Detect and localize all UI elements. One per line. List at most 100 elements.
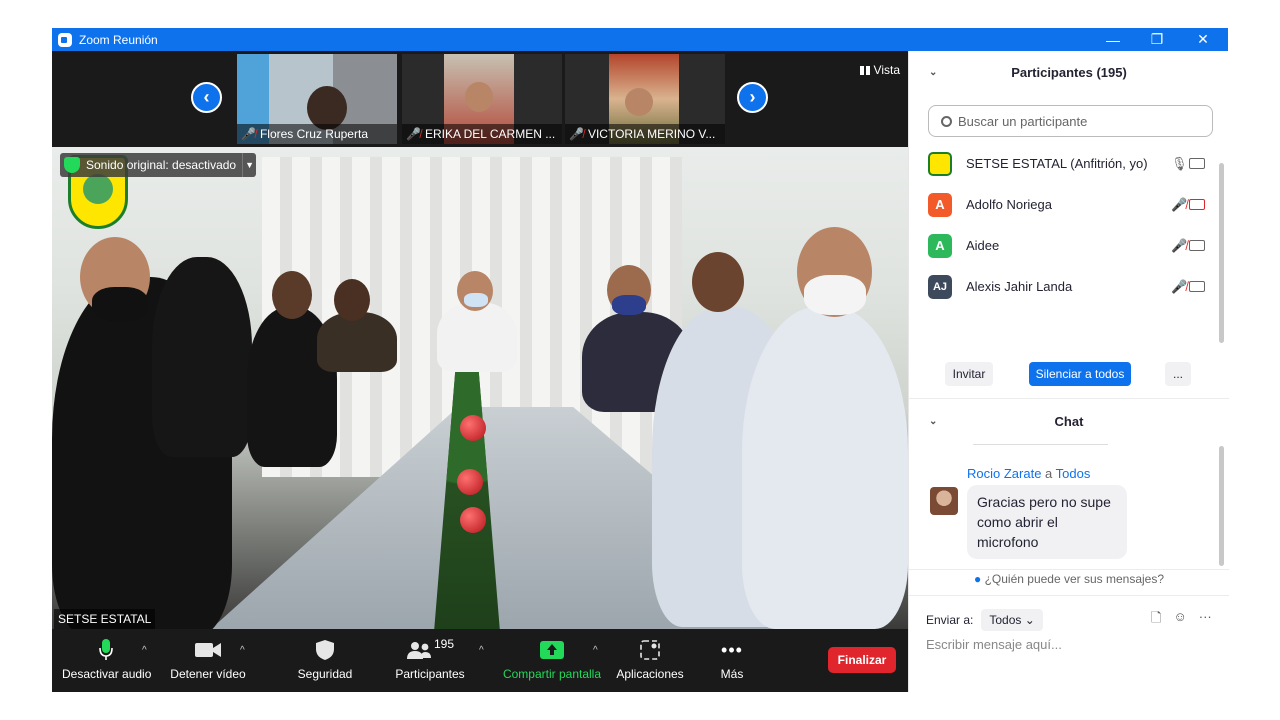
participant-list: SETSE ESTATAL (Anfitrión, yo) 🎙 A Adolfo… bbox=[909, 143, 1221, 311]
apps-icon bbox=[640, 640, 660, 660]
share-screen-button[interactable]: Compartir pantalla bbox=[500, 637, 604, 681]
chevron-up-icon[interactable]: ^ bbox=[479, 645, 484, 656]
audio-label: Desactivar audio bbox=[62, 667, 152, 681]
mic-muted-icon: 🎤̸ bbox=[241, 127, 256, 141]
chevron-up-icon[interactable]: ^ bbox=[142, 645, 147, 656]
restore-button[interactable]: ❐ bbox=[1134, 28, 1180, 51]
sound-label: Sonido original: desactivado bbox=[86, 158, 237, 172]
file-icon[interactable]: 🗋 bbox=[1151, 609, 1161, 631]
minimize-button[interactable]: — bbox=[1090, 28, 1136, 51]
shield-icon bbox=[316, 640, 334, 660]
more-icon: ••• bbox=[721, 639, 743, 660]
attendee-head bbox=[334, 279, 370, 321]
avatar bbox=[928, 151, 952, 176]
chat-message-input[interactable]: Escribir mensaje aquí... bbox=[926, 637, 1062, 652]
mic-muted-icon[interactable]: 🎤̸ bbox=[1171, 238, 1187, 254]
chat-header: ⌄ Chat bbox=[909, 400, 1229, 442]
ornament bbox=[460, 507, 486, 533]
camera-off-icon[interactable] bbox=[1189, 199, 1205, 210]
grid-icon bbox=[859, 65, 870, 75]
apps-button[interactable]: Aplicaciones bbox=[614, 637, 686, 681]
avatar: AJ bbox=[928, 274, 952, 299]
who-can-see-label: ¿Quién puede ver sus mensajes? bbox=[984, 572, 1165, 586]
chevron-up-icon[interactable]: ^ bbox=[240, 645, 245, 656]
attendee bbox=[317, 312, 397, 372]
camera-icon[interactable] bbox=[1189, 281, 1205, 292]
avatar: A bbox=[928, 233, 952, 258]
ornament bbox=[457, 469, 483, 495]
participants-button[interactable]: 195 Participantes bbox=[392, 637, 468, 681]
participants-title: Participantes (195) bbox=[1011, 64, 1127, 80]
window-title: Zoom Reunión bbox=[79, 32, 158, 47]
participant-name: Aidee bbox=[966, 238, 1000, 253]
security-button[interactable]: Seguridad bbox=[288, 637, 362, 681]
security-label: Seguridad bbox=[297, 667, 353, 681]
avatar: A bbox=[928, 192, 952, 217]
mic-muted-icon: 🎤̸ bbox=[406, 127, 421, 141]
thumbnail-video[interactable]: 🎤̸ Flores Cruz Ruperta bbox=[237, 54, 397, 144]
participants-scrollbar[interactable] bbox=[1219, 163, 1224, 343]
camera-icon[interactable] bbox=[1189, 240, 1205, 251]
invite-button[interactable]: Invitar bbox=[945, 362, 993, 386]
chat-recipient[interactable]: Todos bbox=[1056, 466, 1091, 481]
recipient-select[interactable]: Todos ⌄ bbox=[981, 609, 1043, 631]
chevron-down-icon[interactable]: ⌄ bbox=[929, 67, 937, 78]
mic-muted-icon[interactable]: 🎤̸ bbox=[1171, 279, 1187, 295]
chevron-down-icon[interactable]: ▼ bbox=[242, 153, 256, 177]
participants-count: 195 bbox=[433, 637, 455, 651]
list-item[interactable]: AJ Alexis Jahir Landa 🎤̸ bbox=[909, 266, 1221, 307]
list-item[interactable]: A Aidee 🎤̸ bbox=[909, 225, 1221, 266]
apps-label: Aplicaciones bbox=[616, 667, 684, 681]
camera-icon[interactable] bbox=[1189, 158, 1205, 169]
chat-scrollbar[interactable] bbox=[1219, 446, 1224, 566]
mic-muted-icon: 🎤̸ bbox=[569, 127, 584, 141]
zoom-window: Zoom Reunión — ❐ ✕ ‹ 🎤̸ Flores Cruz Ruper… bbox=[52, 28, 1229, 692]
thumbnail-video[interactable]: 🎤̸ ERIKA DEL CARMEN ... bbox=[402, 54, 562, 144]
send-to-row: Enviar a: Todos ⌄ bbox=[926, 609, 1043, 631]
original-sound-toggle[interactable]: Sonido original: desactivado ▼ bbox=[60, 153, 257, 177]
list-item[interactable]: A Adolfo Noriega 🎤̸ bbox=[909, 184, 1221, 225]
chat-sender[interactable]: Rocio Zarate bbox=[967, 466, 1041, 481]
main-video: Sonido original: desactivado ▼ SETSE EST… bbox=[52, 147, 908, 629]
recipient-value: Todos bbox=[989, 613, 1022, 627]
search-placeholder: Buscar un participante bbox=[958, 113, 1088, 129]
share-screen-icon bbox=[540, 641, 564, 659]
end-meeting-button[interactable]: Finalizar bbox=[828, 647, 896, 673]
stop-video-button[interactable]: Detener vídeo bbox=[164, 637, 252, 681]
chat-title: Chat bbox=[1054, 413, 1084, 429]
meeting-area: ‹ 🎤̸ Flores Cruz Ruperta 🎤̸ ERIKA DEL CARM… bbox=[52, 51, 908, 692]
who-can-see-link[interactable]: ● ¿Quién puede ver sus mensajes? bbox=[909, 572, 1229, 586]
list-item[interactable]: SETSE ESTATAL (Anfitrión, yo) 🎙 bbox=[909, 143, 1221, 184]
zoom-logo-icon bbox=[58, 32, 72, 47]
close-button[interactable]: ✕ bbox=[1180, 28, 1226, 51]
more-icon[interactable]: ··· bbox=[1199, 609, 1212, 631]
mute-audio-button[interactable]: Desactivar audio bbox=[62, 637, 152, 681]
ornament bbox=[460, 415, 486, 441]
camera-icon bbox=[195, 643, 221, 657]
face-mask bbox=[464, 293, 488, 307]
face-mask bbox=[612, 295, 646, 315]
side-panel: ⌄ Participantes (195) Buscar un particip… bbox=[908, 51, 1229, 692]
microphone-icon[interactable]: 🎙 bbox=[1171, 156, 1188, 172]
prev-page-button[interactable]: ‹ bbox=[191, 82, 222, 113]
chevron-up-icon[interactable]: ^ bbox=[593, 645, 598, 656]
face-mask bbox=[804, 275, 866, 315]
participant-name: Adolfo Noriega bbox=[966, 197, 1052, 212]
participants-icon bbox=[406, 642, 431, 659]
chat-sender-line: Rocio Zarate a Todos bbox=[967, 466, 1090, 481]
attendee-head bbox=[692, 252, 744, 312]
participant-name: Alexis Jahir Landa bbox=[966, 279, 1073, 294]
mute-all-button[interactable]: Silenciar a todos bbox=[1029, 362, 1131, 386]
participant-search-input[interactable]: Buscar un participante bbox=[928, 105, 1213, 137]
emoji-icon[interactable]: ☺ bbox=[1173, 609, 1186, 631]
next-page-button[interactable]: › bbox=[737, 82, 768, 113]
mic-muted-icon[interactable]: 🎤̸ bbox=[1171, 197, 1187, 213]
participants-more-button[interactable]: ... bbox=[1165, 362, 1191, 386]
divider bbox=[909, 398, 1229, 399]
thumbnail-video[interactable]: 🎤̸ VICTORIA MERINO V... bbox=[565, 54, 725, 144]
chevron-down-icon[interactable]: ⌄ bbox=[929, 416, 937, 427]
title-bar: Zoom Reunión — ❐ ✕ bbox=[52, 28, 1228, 51]
more-button[interactable]: ••• Más bbox=[712, 637, 752, 682]
view-button[interactable]: Vista bbox=[859, 63, 900, 77]
chat-tools: 🗋 ☺ ··· bbox=[1151, 609, 1212, 631]
